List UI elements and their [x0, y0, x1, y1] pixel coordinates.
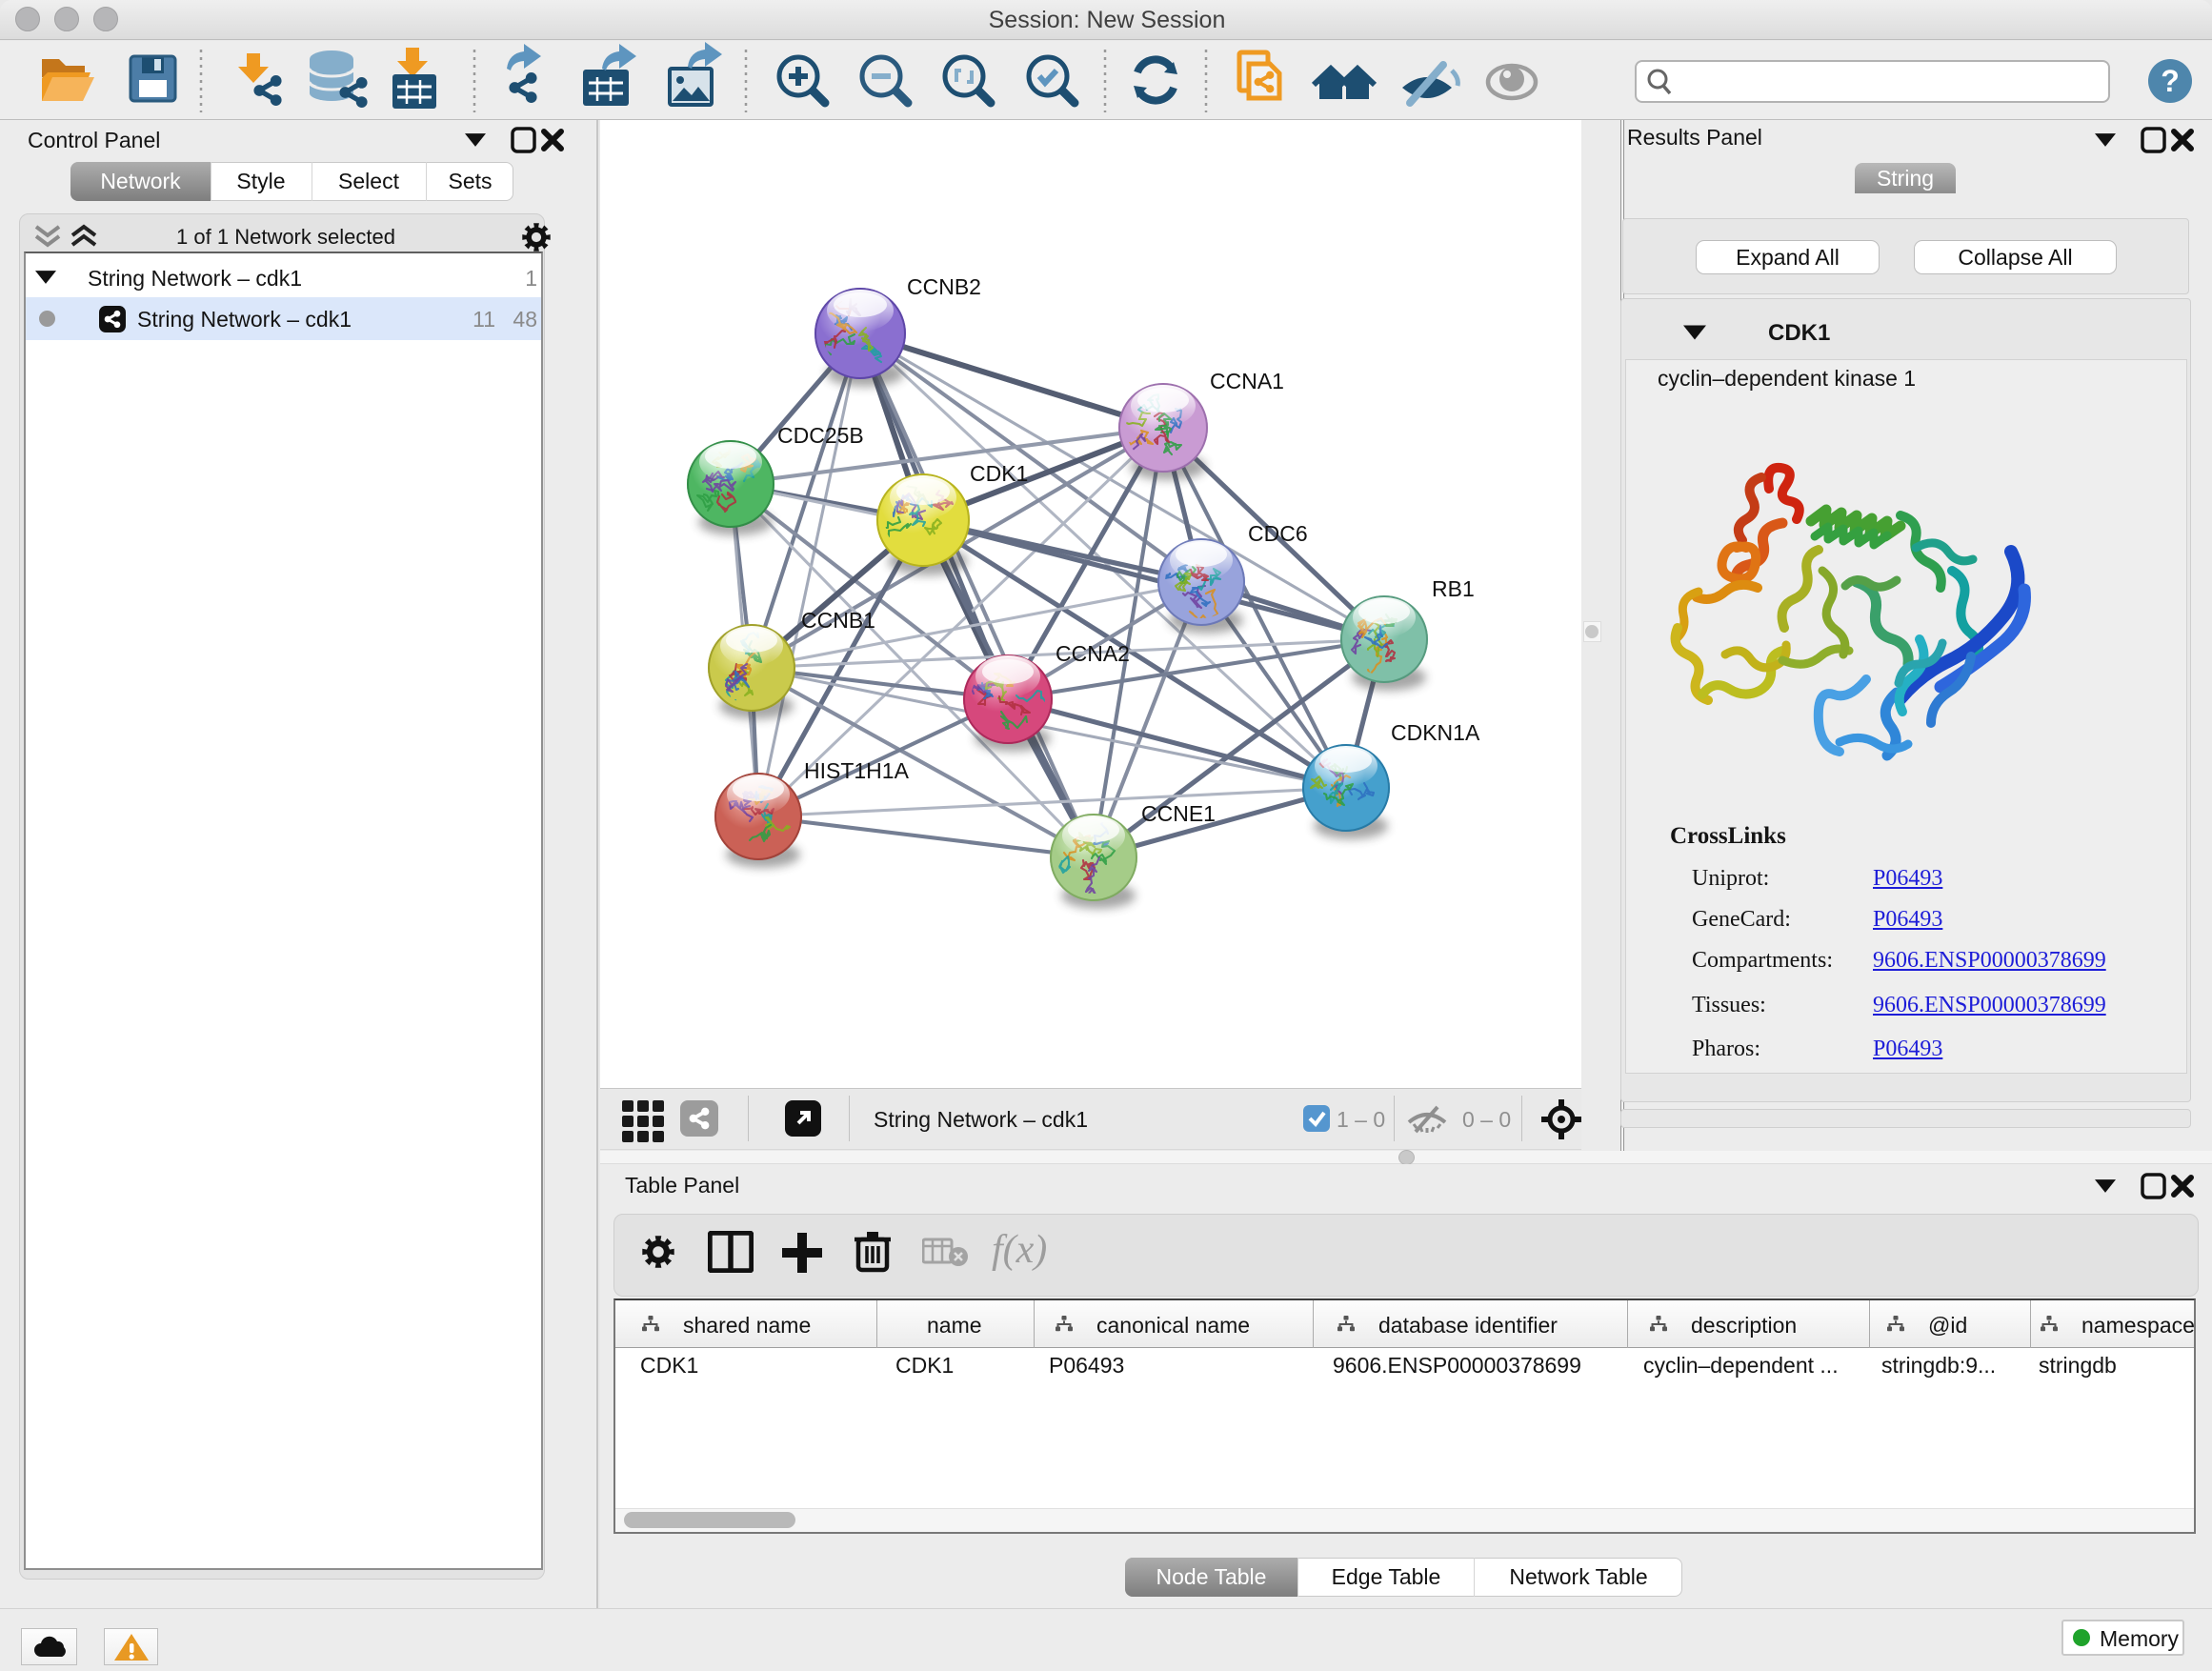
- svg-text:CCNA1: CCNA1: [1210, 369, 1284, 393]
- svg-text:CDKN1A: CDKN1A: [1391, 720, 1480, 745]
- svg-text:CDC6: CDC6: [1248, 521, 1308, 546]
- svg-text:CCNB2: CCNB2: [907, 274, 981, 299]
- svg-text:CCNA2: CCNA2: [1056, 641, 1130, 666]
- svg-text:HIST1H1A: HIST1H1A: [804, 758, 910, 783]
- svg-text:RB1: RB1: [1432, 576, 1475, 601]
- svg-text:CDC25B: CDC25B: [777, 423, 864, 448]
- svg-text:CCNB1: CCNB1: [801, 608, 875, 633]
- svg-text:CCNE1: CCNE1: [1141, 801, 1216, 826]
- svg-text:CDK1: CDK1: [970, 461, 1028, 486]
